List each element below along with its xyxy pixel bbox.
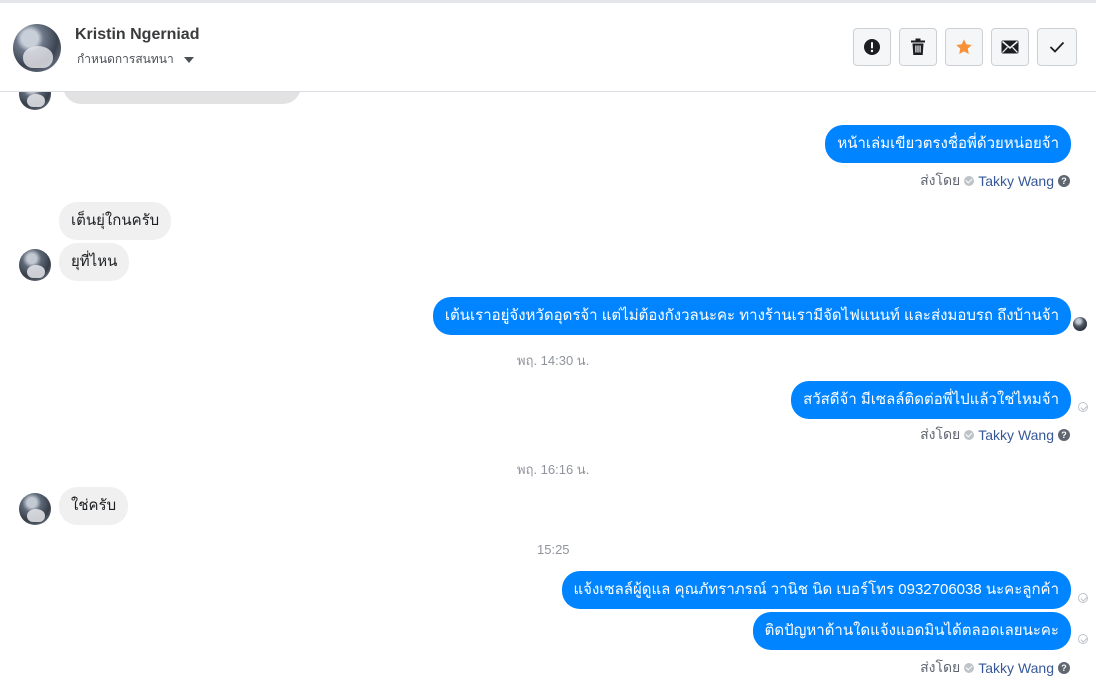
message-thread[interactable]: หน้าเล่มเขียวตรงชื่อพี่ด้วยหน่อยจ้า ส่งโ… (0, 92, 1096, 698)
star-icon (956, 39, 972, 54)
verified-icon (964, 663, 975, 673)
sent-by-prefix: ส่งโดย (920, 426, 961, 442)
contact-avatar-small (19, 92, 51, 110)
timestamp: 15:25 (537, 542, 570, 557)
header-actions (853, 28, 1077, 66)
sent-by-prefix: ส่งโดย (920, 172, 961, 188)
check-icon (1049, 41, 1065, 53)
trash-icon (911, 38, 925, 55)
verified-icon (964, 430, 975, 440)
verified-icon (964, 176, 975, 186)
message-bubble-incoming[interactable]: ใช่ครับ (59, 487, 129, 525)
message-bubble-outgoing[interactable]: เต้นเราอยู่จังหวัดอุดรจ้า แต่ไม่ต้องกังว… (432, 297, 1071, 335)
help-icon[interactable]: ? (1058, 429, 1070, 441)
timestamp: พฤ. 14:30 น. (517, 353, 590, 368)
seen-avatar (1073, 317, 1087, 331)
sent-by-label: ส่งโดย Takky Wang ? (920, 424, 1070, 446)
mark-done-button[interactable] (1037, 28, 1077, 66)
sender-name[interactable]: Takky Wang (978, 427, 1054, 443)
exclamation-icon (864, 39, 880, 55)
sender-name[interactable]: Takky Wang (978, 173, 1054, 189)
sent-by-label: ส่งโดย Takky Wang ? (920, 170, 1070, 192)
timestamp: พฤ. 16:16 น. (517, 462, 590, 477)
help-icon[interactable]: ? (1058, 662, 1070, 674)
delivered-icon (1078, 634, 1088, 644)
sent-by-prefix: ส่งโดย (920, 659, 961, 675)
spam-button[interactable] (853, 28, 891, 66)
assign-label: กำหนดการสนทนา (77, 52, 174, 66)
delivered-icon (1078, 402, 1088, 412)
contact-avatar-small (19, 493, 51, 525)
message-bubble-outgoing[interactable]: หน้าเล่มเขียวตรงชื่อพี่ด้วยหน่อยจ้า (825, 125, 1071, 163)
image-attachment[interactable] (63, 92, 301, 104)
delete-button[interactable] (899, 28, 937, 66)
sent-by-label: ส่งโดย Takky Wang ? (920, 657, 1070, 679)
star-button[interactable] (945, 28, 983, 66)
message-bubble-outgoing[interactable]: แจ้งเซลล์ผู้ดูแล คุณภัทราภรณ์ วานิช นิด … (561, 571, 1071, 609)
envelope-icon (1001, 40, 1019, 54)
contact-name[interactable]: Kristin Ngerniad (75, 26, 199, 44)
conversation-header: Kristin Ngerniad กำหนดการสนทนา (0, 3, 1096, 92)
message-bubble-outgoing[interactable]: ติดปัญหาด้านใดแจ้งแอดมินได้ตลอดเลยนะคะ (752, 612, 1071, 650)
message-bubble-outgoing[interactable]: สวัสดีจ้า มีเซลล์ติดต่อพี่ไปแล้วใช่ไหมจ้… (791, 381, 1071, 419)
delivered-icon (1078, 593, 1088, 603)
contact-avatar-small (19, 249, 51, 281)
message-bubble-incoming[interactable]: ยุที่ไหน (59, 243, 130, 281)
sender-name[interactable]: Takky Wang (978, 660, 1054, 676)
mark-unread-button[interactable] (991, 28, 1029, 66)
message-bubble-incoming[interactable]: เต็นยุ่ใกนครับ (59, 202, 172, 240)
assign-conversation-dropdown[interactable]: กำหนดการสนทนา (77, 50, 194, 69)
help-icon[interactable]: ? (1058, 175, 1070, 187)
contact-avatar[interactable] (13, 24, 61, 72)
caret-down-icon (183, 57, 194, 63)
